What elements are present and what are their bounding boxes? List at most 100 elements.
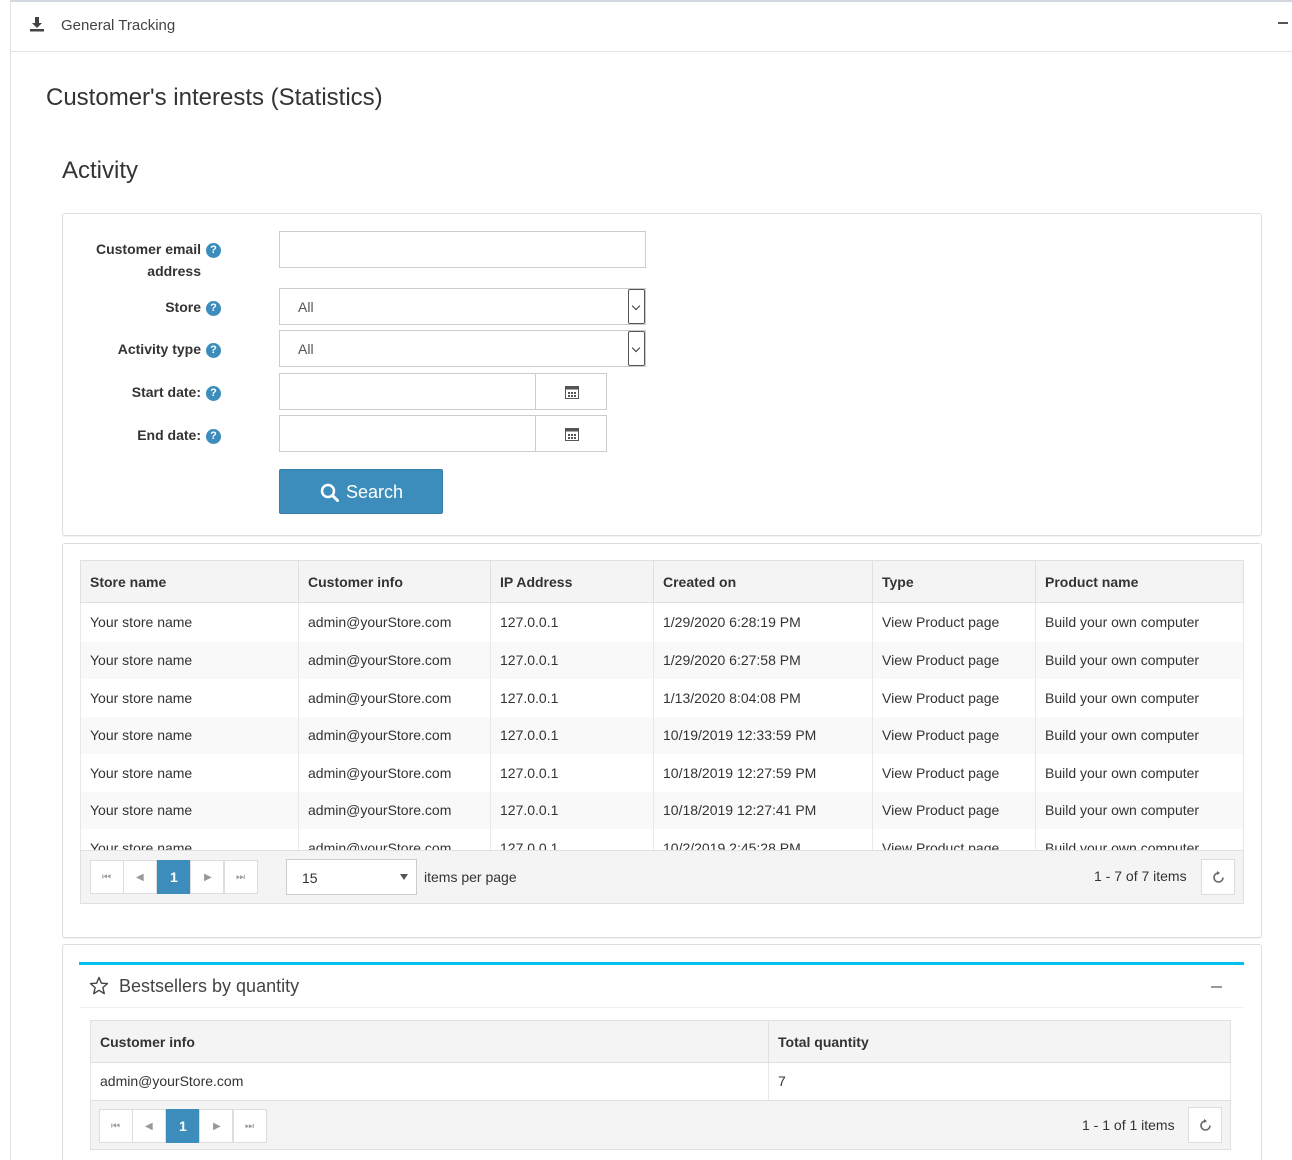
general-tracking-title: General Tracking — [61, 17, 176, 34]
refresh-button[interactable] — [1188, 1107, 1222, 1143]
product-name-link[interactable]: Build your own computer — [1035, 602, 1244, 642]
store-name-cell: Your store name — [80, 679, 299, 717]
created-on-cell: 10/18/2019 12:27:41 PM — [653, 791, 873, 829]
customer-info-link[interactable]: admin@yourStore.com — [298, 641, 491, 679]
product-name-link[interactable]: Build your own computer — [1035, 791, 1244, 829]
end-date-picker-button[interactable] — [535, 415, 607, 452]
next-page-button[interactable]: ▶ — [190, 860, 224, 894]
ip-address-cell: 127.0.0.1 — [490, 679, 654, 717]
collapse-icon[interactable] — [1211, 986, 1222, 988]
activity-pager: ⏮ ◀ 1 ▶ ⏭ 15 items per page 1 - 7 of 7 i… — [80, 850, 1244, 904]
page-1-button[interactable]: 1 — [157, 860, 191, 894]
search-icon — [320, 483, 339, 502]
page-title: Customer's interests (Statistics) — [46, 84, 383, 111]
email-label: Customer email? address — [51, 238, 221, 282]
page-size-select[interactable]: 15 — [286, 859, 417, 895]
type-cell: View Product page — [872, 716, 1036, 754]
product-name-link[interactable]: Build your own computer — [1035, 754, 1244, 792]
created-on-cell: 1/13/2020 8:04:08 PM — [653, 679, 873, 717]
column-header[interactable]: Product name — [1035, 560, 1244, 603]
ip-address-cell: 127.0.0.1 — [490, 791, 654, 829]
column-header[interactable]: Type — [872, 560, 1036, 603]
column-header[interactable]: Customer info — [90, 1020, 769, 1063]
search-button-label: Search — [346, 482, 404, 502]
end-date-input[interactable] — [279, 415, 536, 452]
table-row: Your store name admin@yourStore.com 127.0.… — [80, 641, 1244, 679]
section-title: Activity — [62, 157, 139, 184]
table-header-row: Store name Customer info IP Address Crea… — [80, 560, 1244, 603]
product-name-link[interactable]: Build your own computer — [1035, 716, 1244, 754]
product-name-link[interactable]: Build your own computer — [1035, 641, 1244, 679]
customer-info-link[interactable]: admin@yourStore.com — [298, 679, 491, 717]
bestsellers-box: Bestsellers by quantity Customer info To… — [79, 962, 1244, 1160]
column-header[interactable]: Total quantity — [768, 1020, 1231, 1063]
activity-type-label: Activity type? — [51, 338, 221, 360]
last-page-button[interactable]: ⏭ — [233, 1109, 267, 1143]
help-icon[interactable]: ? — [206, 301, 221, 316]
bestsellers-title: Bestsellers by quantity — [119, 976, 300, 996]
product-name-link[interactable]: Build your own computer — [1035, 679, 1244, 717]
calendar-icon — [565, 428, 579, 441]
first-page-button[interactable]: ⏮ — [90, 860, 124, 894]
column-header[interactable]: IP Address — [490, 560, 654, 603]
help-icon[interactable]: ? — [206, 343, 221, 358]
help-icon[interactable]: ? — [206, 386, 221, 401]
store-name-cell: Your store name — [80, 791, 299, 829]
activity-grid-panel: Store name Customer info IP Address Crea… — [62, 543, 1262, 938]
next-page-button[interactable]: ▶ — [199, 1109, 233, 1143]
chevron-down-icon[interactable] — [628, 289, 645, 324]
star-icon — [89, 976, 109, 995]
created-on-cell: 1/29/2020 6:28:19 PM — [653, 602, 873, 642]
chevron-down-icon — [400, 874, 408, 880]
table-row: Your store name admin@yourStore.com 127.0.… — [80, 602, 1244, 642]
store-name-cell: Your store name — [80, 716, 299, 754]
table-row: Your store name admin@yourStore.com 127.0.… — [80, 754, 1244, 792]
bestsellers-header[interactable]: Bestsellers by quantity — [79, 965, 1244, 1008]
column-header[interactable]: Store name — [80, 560, 299, 603]
type-cell: View Product page — [872, 602, 1036, 642]
prev-page-button[interactable]: ◀ — [132, 1109, 166, 1143]
refresh-button[interactable] — [1201, 859, 1235, 895]
ip-address-cell: 127.0.0.1 — [490, 754, 654, 792]
table-header-row: Customer info Total quantity — [90, 1020, 1231, 1063]
customer-info-link[interactable]: admin@yourStore.com — [298, 602, 491, 642]
first-page-button[interactable]: ⏮ — [99, 1109, 133, 1143]
start-date-label: Start date:? — [51, 381, 221, 403]
store-select[interactable]: All — [279, 288, 646, 325]
customer-info-link[interactable]: admin@yourStore.com — [298, 716, 491, 754]
refresh-icon — [1200, 1119, 1211, 1131]
customer-info-link[interactable]: admin@yourStore.com — [298, 791, 491, 829]
activity-table: Store name Customer info IP Address Crea… — [80, 560, 1244, 867]
total-quantity-cell: 7 — [768, 1062, 1231, 1100]
type-cell: View Product page — [872, 754, 1036, 792]
store-name-cell: Your store name — [80, 754, 299, 792]
prev-page-button[interactable]: ◀ — [123, 860, 157, 894]
customer-info-link[interactable]: admin@yourStore.com — [298, 754, 491, 792]
help-icon[interactable]: ? — [206, 429, 221, 444]
store-name-cell: Your store name — [80, 602, 299, 642]
calendar-icon — [565, 386, 579, 399]
refresh-icon — [1213, 871, 1224, 883]
last-page-button[interactable]: ⏭ — [224, 860, 258, 894]
column-header[interactable]: Created on — [653, 560, 873, 603]
chevron-down-icon[interactable] — [628, 331, 645, 366]
email-field[interactable] — [279, 231, 646, 268]
bestsellers-panel: Bestsellers by quantity Customer info To… — [62, 944, 1262, 1160]
ip-address-cell: 127.0.0.1 — [490, 716, 654, 754]
collapse-icon[interactable] — [1278, 22, 1288, 24]
pager-summary: 1 - 7 of 7 items — [1094, 868, 1187, 884]
page-1-button[interactable]: 1 — [166, 1109, 200, 1143]
help-icon[interactable]: ? — [206, 243, 221, 258]
start-date-picker-button[interactable] — [535, 373, 607, 410]
search-button[interactable]: Search — [279, 469, 443, 514]
search-panel: Customer email? address Store? All Activ… — [62, 213, 1262, 536]
store-select-value: All — [298, 299, 314, 315]
activity-type-select[interactable]: All — [279, 330, 646, 367]
type-cell: View Product page — [872, 791, 1036, 829]
download-icon — [30, 17, 44, 32]
customer-info-link[interactable]: admin@yourStore.com — [90, 1062, 769, 1100]
general-tracking-header[interactable]: General Tracking — [11, 2, 1292, 52]
table-row: admin@yourStore.com 7 — [90, 1062, 1231, 1100]
column-header[interactable]: Customer info — [298, 560, 491, 603]
start-date-input[interactable] — [279, 373, 536, 410]
